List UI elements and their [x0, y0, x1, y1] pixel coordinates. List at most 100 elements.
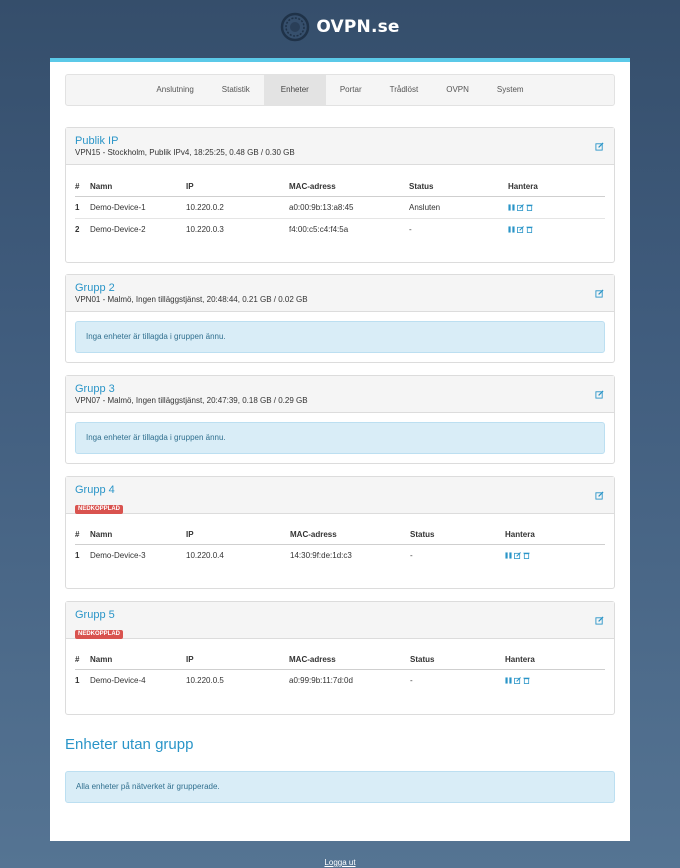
device-status: Ansluten [409, 196, 508, 219]
device-status: - [409, 225, 412, 234]
device-name: Demo-Device-3 [90, 551, 146, 560]
edit-icon[interactable] [514, 552, 521, 559]
device-ip: 10.220.0.5 [186, 676, 224, 685]
group-subtitle: VPN15 - Stockholm, Publik IPv4, 18:25:25… [75, 148, 295, 157]
trash-icon[interactable] [526, 204, 533, 211]
device-num: 1 [75, 676, 80, 685]
brand-name: OVPN.se [316, 17, 400, 37]
group-subtitle: VPN07 - Malmö, Ingen tilläggstjänst, 20:… [75, 396, 308, 405]
device-num: 2 [75, 225, 80, 234]
trash-icon[interactable] [526, 226, 533, 233]
device-actions [508, 219, 605, 241]
tab-enheter[interactable]: Enheter [263, 75, 326, 105]
group-panel-grupp-2: Grupp 2 VPN01 - Malmö, Ingen tilläggstjä… [65, 274, 615, 363]
edit-group-icon[interactable] [595, 390, 604, 399]
group-subtitle: VPN01 - Malmö, Ingen tilläggstjänst, 20:… [75, 295, 308, 304]
group-header: Publik IP VPN15 - Stockholm, Publik IPv4… [66, 128, 614, 165]
col-header-manage: Hantera [505, 524, 605, 545]
device-actions [508, 196, 605, 219]
device-mac: a0:99:9b:11:7d:0d [289, 676, 353, 685]
group-title: Grupp 4 [75, 484, 115, 496]
pause-icon[interactable] [505, 552, 512, 559]
device-mac: a0:00:9b:13:a8:45 [289, 196, 409, 219]
ungrouped-alert: Alla enheter på nätverket är grupperade. [65, 771, 615, 803]
table-row: 1 Demo-Device-3 10.220.0.4 14:30:9f:de:1… [75, 545, 605, 567]
device-actions [505, 670, 605, 692]
col-header-status: Status [410, 649, 505, 670]
edit-group-icon[interactable] [595, 142, 604, 151]
tab-ovpn[interactable]: OVPN [432, 75, 483, 105]
device-actions [505, 545, 605, 567]
pause-icon[interactable] [508, 226, 515, 233]
logout-link[interactable]: Logga ut [0, 858, 680, 867]
edit-group-icon[interactable] [595, 491, 604, 500]
group-title: Grupp 3 [75, 383, 115, 395]
tab-tradlost[interactable]: Trådlöst [376, 75, 433, 105]
group-panel-grupp-4: Grupp 4 NEDKOPPLAD # Namn IP MAC-adress … [65, 476, 615, 589]
ovpn-logo-icon [281, 12, 310, 42]
edit-icon[interactable] [517, 204, 524, 211]
tab-statistik[interactable]: Statistik [208, 75, 264, 105]
empty-group-alert: Inga enheter är tillagda i gruppen ännu. [75, 422, 605, 454]
group-panel-publik-ip: Publik IP VPN15 - Stockholm, Publik IPv4… [65, 127, 615, 263]
device-name: Demo-Device-2 [90, 225, 146, 234]
pause-icon[interactable] [508, 204, 515, 211]
table-row: 1 Demo-Device-1 10.220.0.2 a0:00:9b:13:a… [75, 196, 605, 219]
tab-anslutning[interactable]: Anslutning [142, 75, 207, 105]
device-table: # Namn IP MAC-adress Status Hantera 1 De… [75, 649, 605, 691]
device-status: - [410, 676, 413, 685]
col-header-manage: Hantera [508, 176, 605, 197]
col-header-mac: MAC-adress [289, 649, 410, 670]
edit-icon[interactable] [514, 677, 521, 684]
table-row: 1 Demo-Device-4 10.220.0.5 a0:99:9b:11:7… [75, 670, 605, 692]
pause-icon[interactable] [505, 677, 512, 684]
empty-group-alert: Inga enheter är tillagda i gruppen ännu. [75, 321, 605, 353]
table-row: 2 Demo-Device-2 10.220.0.3 f4:00:c5:c4:f… [75, 219, 605, 241]
device-ip: 10.220.0.2 [186, 196, 289, 219]
group-header: Grupp 2 VPN01 - Malmö, Ingen tilläggstjä… [66, 275, 614, 312]
col-header-name: Namn [90, 524, 186, 545]
col-header-ip: IP [186, 176, 289, 197]
device-num: 1 [75, 196, 90, 219]
status-badge: NEDKOPPLAD [75, 630, 124, 639]
trash-icon[interactable] [523, 552, 530, 559]
edit-icon[interactable] [517, 226, 524, 233]
device-mac: 14:30:9f:de:1d:c3 [290, 551, 352, 560]
table-header-row: # Namn IP MAC-adress Status Hantera [75, 176, 605, 197]
group-panel-grupp-3: Grupp 3 VPN07 - Malmö, Ingen tilläggstjä… [65, 375, 615, 464]
device-name: Demo-Device-4 [90, 676, 146, 685]
edit-group-icon[interactable] [595, 289, 604, 298]
group-header: Grupp 5 NEDKOPPLAD [66, 602, 614, 639]
col-header-mac: MAC-adress [290, 524, 410, 545]
col-header-name: Namn [90, 649, 186, 670]
col-header-num: # [75, 176, 90, 197]
device-table: # Namn IP MAC-adress Status Hantera 1 De… [75, 176, 605, 240]
device-ip: 10.220.0.3 [186, 225, 224, 234]
group-panel-grupp-5: Grupp 5 NEDKOPPLAD # Namn IP MAC-adress … [65, 601, 615, 715]
group-header: Grupp 4 NEDKOPPLAD [66, 477, 614, 514]
group-header: Grupp 3 VPN07 - Malmö, Ingen tilläggstjä… [66, 376, 614, 413]
tab-system[interactable]: System [483, 75, 538, 105]
main-card: Anslutning Statistik Enheter Portar Tråd… [50, 58, 630, 841]
col-header-manage: Hantera [505, 649, 605, 670]
table-header-row: # Namn IP MAC-adress Status Hantera [75, 649, 605, 670]
col-header-status: Status [409, 176, 508, 197]
col-header-mac: MAC-adress [289, 176, 409, 197]
brand-logo: OVPN.se [0, 12, 680, 42]
col-header-status: Status [410, 524, 505, 545]
table-header-row: # Namn IP MAC-adress Status Hantera [75, 524, 605, 545]
col-header-num: # [75, 524, 90, 545]
col-header-num: # [75, 649, 90, 670]
tab-portar[interactable]: Portar [326, 75, 376, 105]
device-ip: 10.220.0.4 [186, 551, 224, 560]
main-nav: Anslutning Statistik Enheter Portar Tråd… [65, 74, 615, 106]
group-title: Grupp 5 [75, 609, 115, 621]
trash-icon[interactable] [523, 677, 530, 684]
device-num: 1 [75, 551, 80, 560]
device-table: # Namn IP MAC-adress Status Hantera 1 De… [75, 524, 605, 566]
edit-group-icon[interactable] [595, 616, 604, 625]
device-name: Demo-Device-1 [90, 196, 186, 219]
group-title: Grupp 2 [75, 282, 115, 294]
device-mac: f4:00:c5:c4:f4:5a [289, 225, 349, 234]
device-status: - [410, 551, 413, 560]
